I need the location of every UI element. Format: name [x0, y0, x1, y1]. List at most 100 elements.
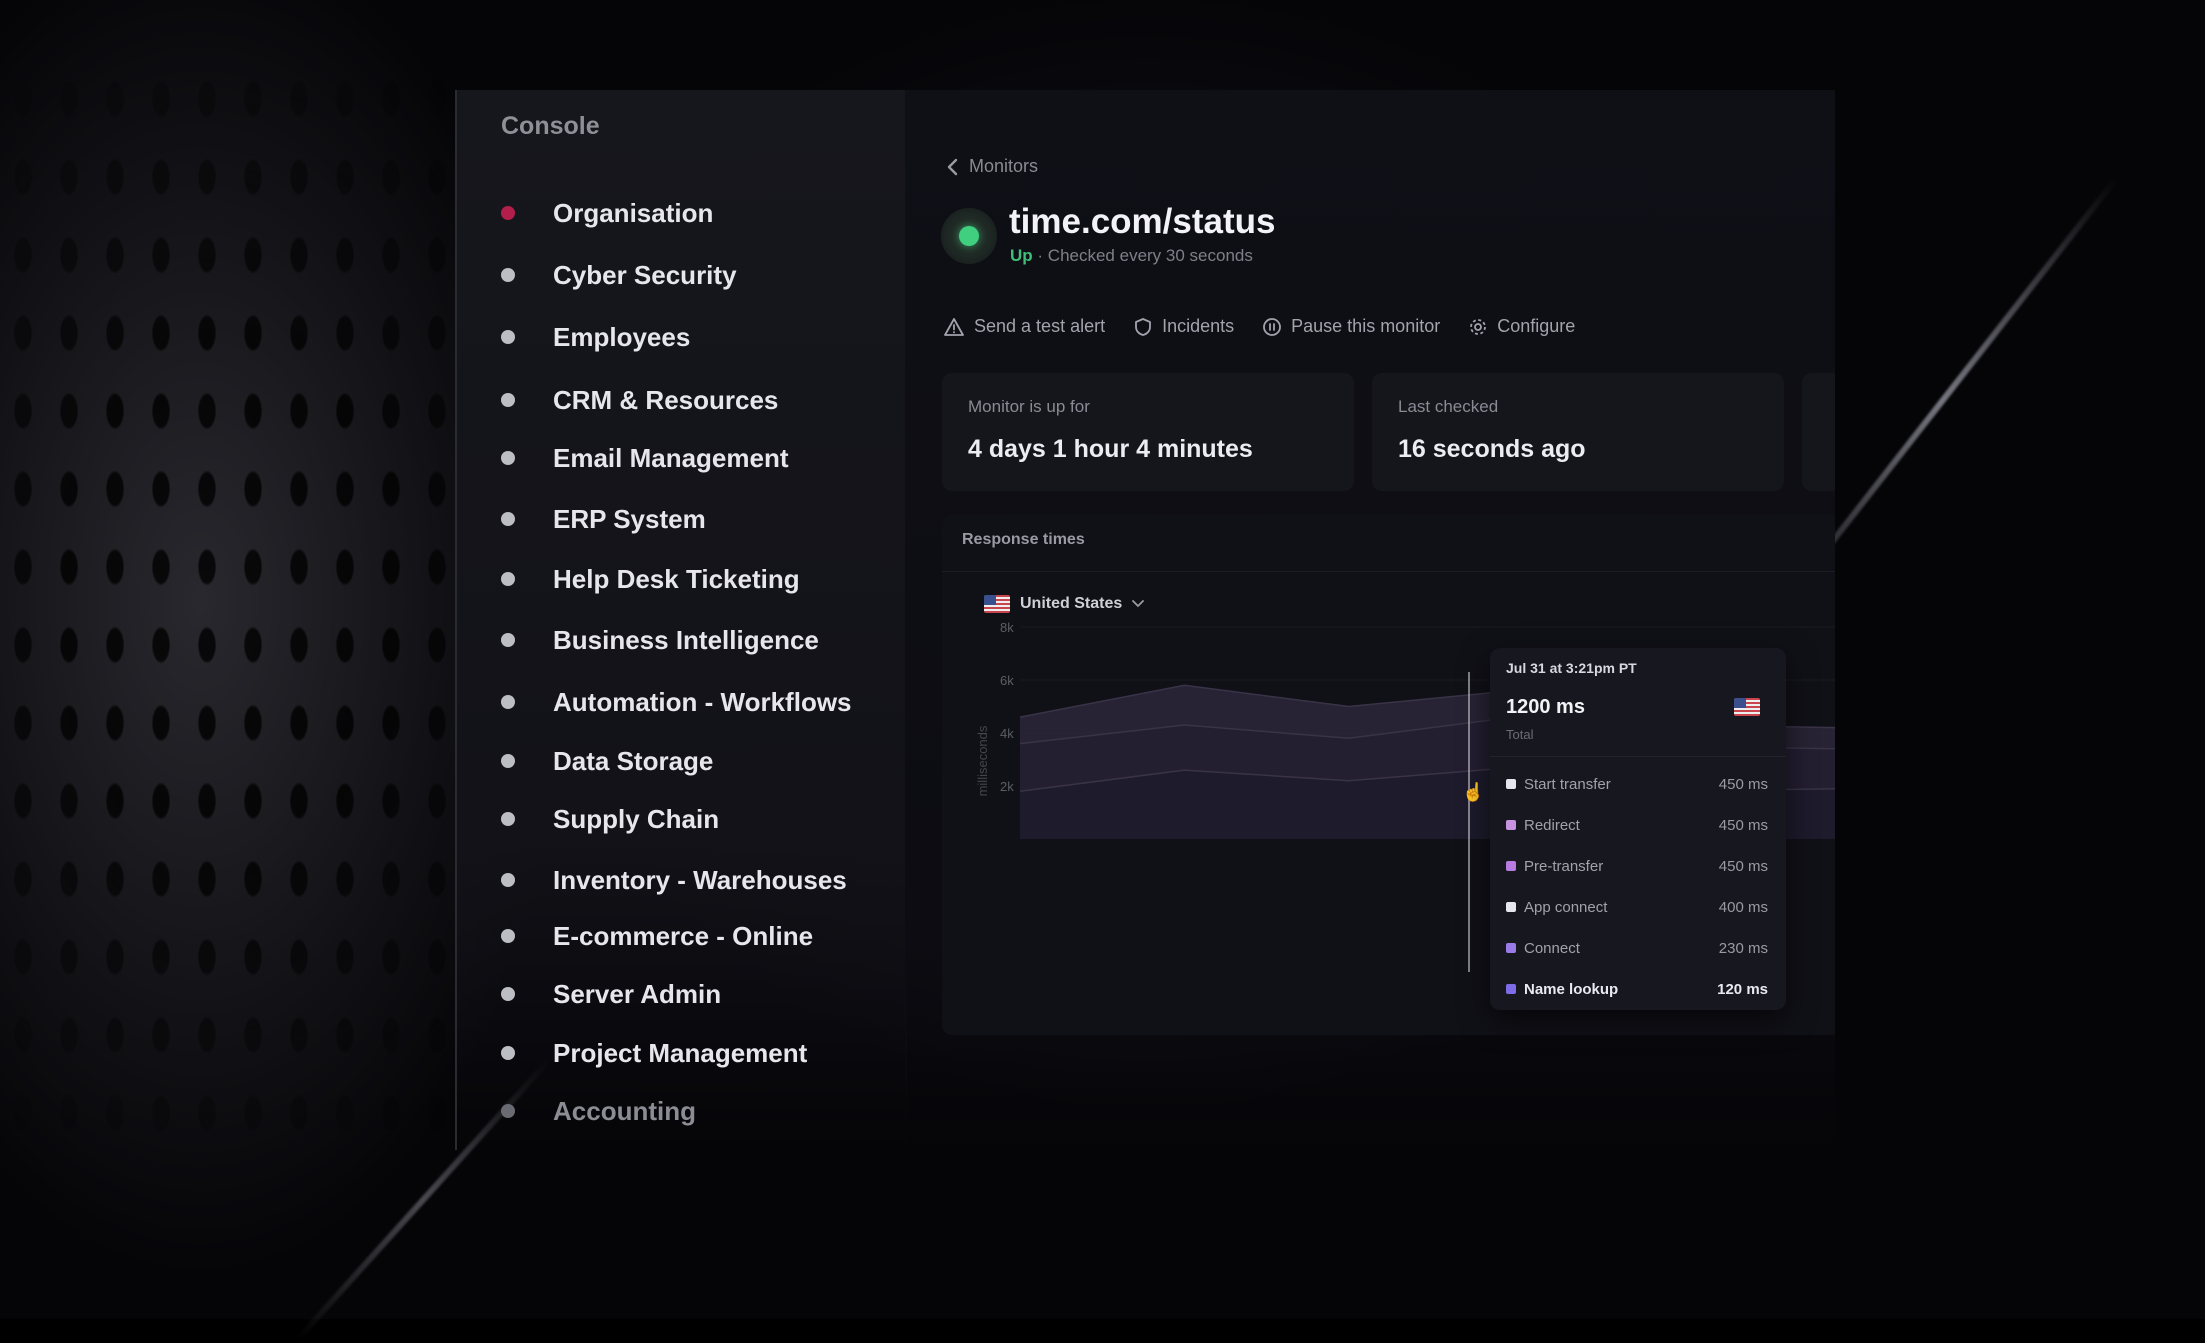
breadcrumb-label: Monitors	[969, 156, 1039, 176]
action-label: Incidents	[1162, 316, 1235, 336]
pause-monitor-button[interactable]: Pause this monitor	[1262, 316, 1440, 337]
sidebar-item-label: Data Storage	[553, 745, 714, 776]
shield-icon	[1135, 317, 1151, 336]
send-test-alert-button[interactable]: Send a test alert	[943, 316, 1105, 337]
y-tick-label: 4k	[1000, 726, 1014, 741]
alert-triangle-icon	[944, 317, 964, 336]
sidebar-item-server-admin[interactable]: Server Admin	[501, 974, 721, 1014]
sidebar-item-cyber-security[interactable]: Cyber Security	[501, 255, 737, 295]
sidebar-item-erp-system[interactable]: ERP System	[501, 499, 706, 539]
uptime-card: Monitor is up for 4 days 1 hour 4 minute…	[942, 373, 1354, 491]
tooltip-date: Jul 31 at 3:21pm PT	[1506, 660, 1637, 676]
tooltip-row-redirect: Redirect 450 ms	[1506, 813, 1768, 837]
sidebar-item-label: CRM & Resources	[553, 384, 779, 415]
row-value: 230 ms	[1718, 939, 1768, 957]
monitor-actions: Send a test alert Incidents Pause this m…	[943, 316, 1603, 337]
dot-icon	[501, 451, 515, 465]
sidebar-item-crm-resources[interactable]: CRM & Resources	[501, 380, 778, 420]
gear-icon	[1470, 318, 1487, 335]
sidebar-item-label: ERP System	[553, 503, 706, 534]
row-name: Connect	[1524, 939, 1580, 957]
legend-swatch	[1506, 779, 1516, 789]
y-axis-title: milliseconds	[975, 725, 990, 796]
sidebar-item-help-desk-ticketing[interactable]: Help Desk Ticketing	[501, 559, 800, 599]
status-badge: Up	[1010, 246, 1033, 265]
sidebar-item-business-intelligence[interactable]: Business Intelligence	[501, 620, 819, 660]
status-dot-icon	[959, 226, 979, 246]
stat-label: Monitor is up for	[968, 397, 1090, 416]
legend-swatch	[1506, 943, 1516, 953]
sidebar-item-automation-workflows[interactable]: Automation - Workflows	[501, 682, 852, 722]
legend-swatch	[1506, 984, 1516, 994]
dot-icon	[501, 268, 515, 282]
stat-card-partial	[1802, 373, 1835, 491]
sidebar-item-label: Automation - Workflows	[553, 686, 852, 717]
breadcrumb[interactable]: Monitors	[947, 156, 1038, 177]
sidebar-item-inventory-warehouses[interactable]: Inventory - Warehouses	[501, 860, 847, 900]
dot-icon	[501, 754, 515, 768]
sidebar-item-project-management[interactable]: Project Management	[501, 1033, 807, 1073]
active-dot-icon	[501, 206, 515, 220]
sidebar-item-employees[interactable]: Employees	[501, 317, 690, 357]
stat-value: 4 days 1 hour 4 minutes	[968, 435, 1253, 463]
row-name: Pre-transfer	[1524, 857, 1604, 875]
configure-button[interactable]: Configure	[1468, 316, 1575, 337]
row-name: Redirect	[1524, 816, 1580, 834]
tooltip-total-label: Total	[1506, 727, 1534, 742]
row-name: App connect	[1524, 898, 1608, 916]
dot-icon	[501, 1104, 515, 1118]
last-checked-card: Last checked 16 seconds ago	[1372, 373, 1784, 491]
tooltip-row-start-transfer: Start transfer 450 ms	[1506, 772, 1768, 796]
page-title: time.com/status	[1009, 202, 1276, 241]
perforated-metal-texture	[0, 60, 460, 1160]
dot-icon	[501, 812, 515, 826]
chart-tooltip: Jul 31 at 3:21pm PT 1200 ms Total Start …	[1490, 648, 1786, 1010]
monitor-status-line: Up · Checked every 30 seconds	[1010, 246, 1253, 266]
tooltip-total: 1200 ms	[1506, 696, 1585, 718]
chart-crosshair	[1468, 672, 1470, 972]
sidebar-item-label: Help Desk Ticketing	[553, 563, 800, 594]
tooltip-row-app-connect: App connect 400 ms	[1506, 895, 1768, 919]
row-name: Start transfer	[1524, 775, 1611, 793]
dot-icon	[501, 330, 515, 344]
action-label: Pause this monitor	[1291, 316, 1441, 336]
sidebar-item-label: Business Intelligence	[553, 624, 819, 655]
legend-swatch	[1506, 902, 1516, 912]
divider	[1490, 756, 1786, 757]
legend-swatch	[1506, 861, 1516, 871]
dot-icon	[501, 873, 515, 887]
y-tick-label: 6k	[1000, 673, 1014, 688]
dot-icon	[501, 929, 515, 943]
sidebar-item-accounting[interactable]: Accounting	[501, 1091, 696, 1131]
console-title: Console	[501, 112, 600, 140]
sidebar-item-label: Email Management	[553, 442, 789, 473]
pause-icon	[1263, 317, 1282, 336]
row-value: 450 ms	[1718, 775, 1768, 793]
sidebar-item-label: Accounting	[553, 1095, 696, 1126]
check-interval: · Checked every 30 seconds	[1037, 246, 1253, 265]
dot-icon	[501, 1046, 515, 1060]
sidebar-item-email-management[interactable]: Email Management	[501, 438, 789, 478]
row-value: 450 ms	[1718, 857, 1768, 875]
legend-swatch	[1506, 820, 1516, 830]
sidebar-item-label: Organisation	[553, 197, 714, 228]
us-flag-icon	[1734, 698, 1760, 716]
dot-icon	[501, 512, 515, 526]
sidebar-item-data-storage[interactable]: Data Storage	[501, 741, 713, 781]
row-name: Name lookup	[1524, 980, 1619, 998]
dot-icon	[501, 987, 515, 1001]
incidents-button[interactable]: Incidents	[1133, 316, 1234, 337]
stat-value: 16 seconds ago	[1398, 435, 1586, 463]
tooltip-row-connect: Connect 230 ms	[1506, 936, 1768, 960]
sidebar-item-label: Cyber Security	[553, 259, 737, 290]
tooltip-row-pre-transfer: Pre-transfer 450 ms	[1506, 854, 1768, 878]
sidebar-item-e-commerce-online[interactable]: E-commerce - Online	[501, 916, 813, 956]
row-value: 450 ms	[1718, 816, 1768, 834]
sidebar-item-organisation[interactable]: Organisation	[501, 193, 713, 233]
y-tick-label: 2k	[1000, 779, 1014, 794]
dot-icon	[501, 695, 515, 709]
dot-icon	[501, 572, 515, 586]
tooltip-row-name-lookup: Name lookup 120 ms	[1506, 977, 1768, 1001]
dot-icon	[501, 633, 515, 647]
sidebar-item-supply-chain[interactable]: Supply Chain	[501, 799, 719, 839]
